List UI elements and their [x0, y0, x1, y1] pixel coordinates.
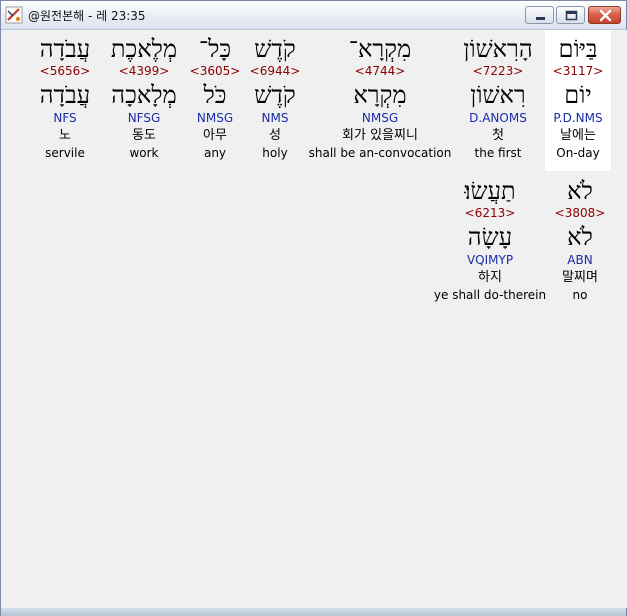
grammar-code: VQIMYP: [466, 253, 514, 267]
interlinear-view[interactable]: בַּיּוֹם <3117> יוֹם P.D.NMS 날에는 On-day הָרִאש…: [2, 30, 627, 608]
hebrew-word[interactable]: תַעֲשׂוּ׃: [415, 176, 565, 206]
korean-gloss: 하지: [478, 270, 502, 285]
english-gloss: servile: [45, 146, 85, 160]
maximize-button[interactable]: [556, 6, 585, 24]
english-gloss: ye shall do-therein: [433, 288, 547, 302]
app-icon[interactable]: [5, 6, 23, 24]
hebrew-lemma: עָשָׂה: [467, 223, 513, 251]
window-bottom-border: [1, 608, 626, 616]
window-title: @원전본해 - 레 23:35: [28, 9, 146, 23]
minimize-button[interactable]: [525, 6, 554, 24]
strong-number: <5656>: [39, 64, 91, 78]
close-button[interactable]: [588, 6, 621, 24]
close-icon: [599, 9, 612, 22]
korean-gloss: 노: [59, 128, 71, 143]
strong-number: <6213>: [464, 206, 516, 220]
grammar-code: NFS: [53, 111, 77, 125]
maximize-icon: [565, 10, 578, 21]
hebrew-word[interactable]: עֲבֹדָה: [0, 34, 140, 64]
app-window: @원전본해 - 레 23:35 בַּיּוֹם <3117> יוֹם P.D.NM…: [0, 0, 627, 616]
hebrew-lemma: עֲבֹדָה: [39, 81, 91, 109]
title-bar[interactable]: @원전본해 - 레 23:35: [1, 1, 626, 30]
minimize-icon: [536, 17, 545, 20]
